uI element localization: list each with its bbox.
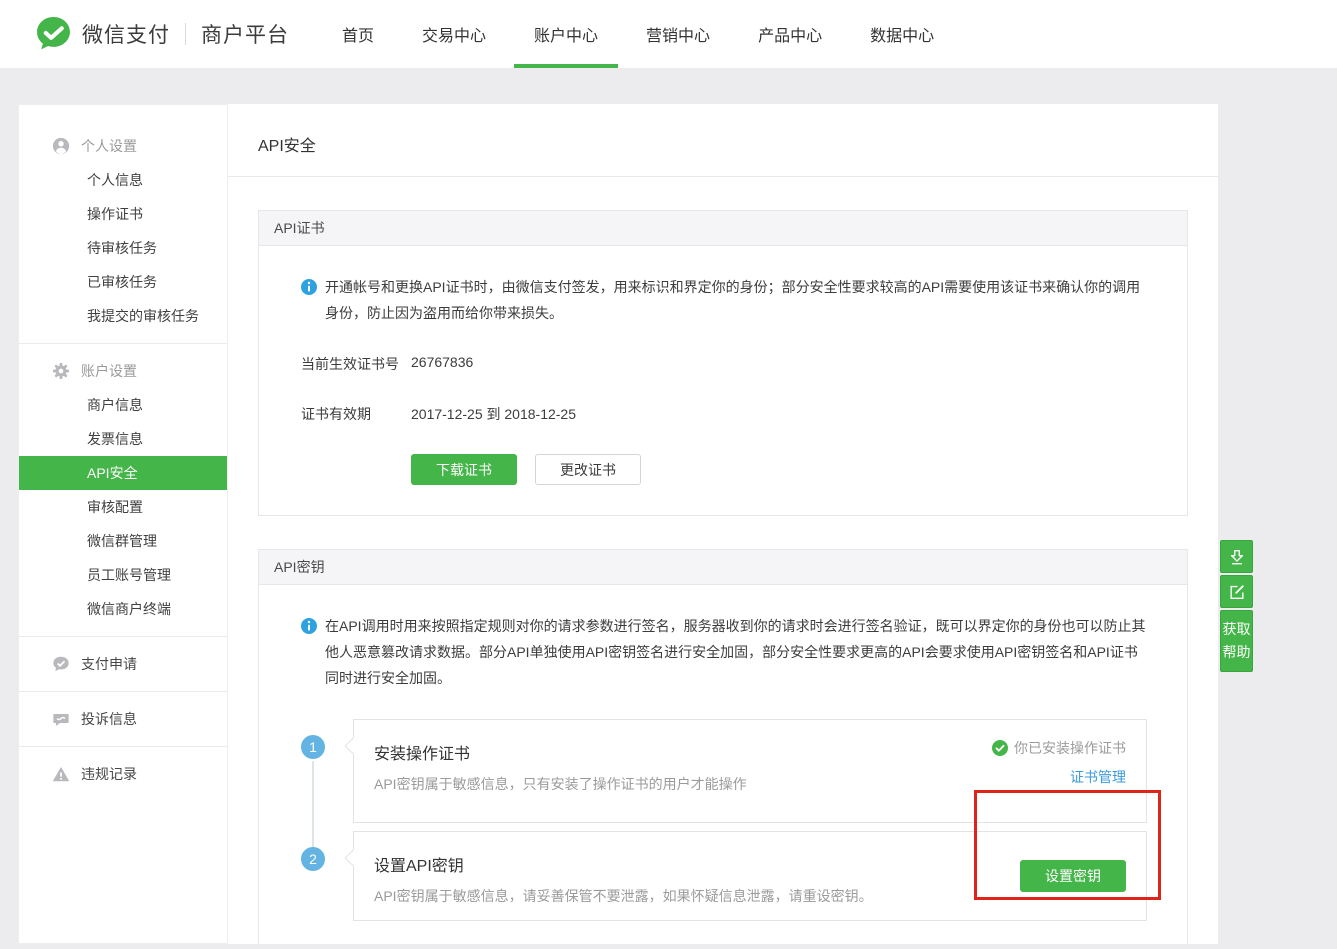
top-bar: 微信支付 商户平台 首页 交易中心 账户中心 营销中心 产品中心 数据中心 (0, 0, 1337, 68)
edit-icon (1228, 583, 1246, 601)
main-nav: 首页 交易中心 账户中心 营销中心 产品中心 数据中心 (322, 0, 962, 68)
sidebar-item-api-security[interactable]: API安全 (19, 456, 227, 490)
sidebar-group-complaint-info[interactable]: 投诉信息 (19, 702, 227, 736)
step-number-badge: 2 (301, 847, 325, 871)
sidebar-divider (19, 343, 227, 344)
sidebar: 个人设置 个人信息 操作证书 待审核任务 已审核任务 我提交的审核任务 账户设置… (18, 104, 228, 944)
certificate-validity-row: 证书有效期 2017-12-25 到 2018-12-25 (301, 404, 1147, 424)
step-box-notch (345, 738, 362, 755)
set-api-key-button[interactable]: 设置密钥 (1020, 860, 1126, 892)
api-certificate-section: API证书 开通帐号和更换API证书时，由微信支付签发，用来标识和界定你的身份；… (258, 210, 1188, 516)
download-certificate-button[interactable]: 下载证书 (411, 454, 517, 485)
gear-icon (52, 362, 70, 380)
step-box: 设置API密钥 API密钥属于敏感信息，请妥善保管不要泄露，如果怀疑信息泄露，请… (353, 831, 1147, 921)
api-certificate-section-title: API证书 (259, 211, 1187, 246)
edit-tool-button[interactable] (1220, 575, 1253, 608)
step-description: API密钥属于敏感信息，只有安装了操作证书的用户才能操作 (374, 774, 747, 794)
sidebar-item-personal-info[interactable]: 个人信息 (19, 163, 227, 197)
nav-transaction-center[interactable]: 交易中心 (402, 0, 506, 68)
field-label: 当前生效证书号 (301, 354, 411, 374)
page-title: API安全 (228, 104, 1218, 177)
sidebar-divider (19, 746, 227, 747)
check-circle-icon (992, 740, 1008, 756)
floating-toolbar: 获取帮助 (1220, 540, 1253, 672)
chat-icon (52, 710, 70, 728)
step-box-notch (345, 850, 362, 867)
field-label: 证书有效期 (301, 404, 411, 424)
info-icon (301, 279, 317, 295)
api-key-info-text: 在API调用时用来按照指定规则对你的请求参数进行签名，服务器收到你的请求时会进行… (325, 613, 1147, 691)
sidebar-group-payment-application[interactable]: 支付申请 (19, 647, 227, 681)
warning-icon (52, 765, 70, 783)
sidebar-divider (19, 691, 227, 692)
sidebar-group-violation-record[interactable]: 违规记录 (19, 757, 227, 791)
sidebar-item-wechat-group-mgmt[interactable]: 微信群管理 (19, 524, 227, 558)
main-panel: API安全 API证书 开通帐号和更换API证书时，由微信支付签发，用来标识和界… (228, 104, 1218, 944)
get-help-button[interactable]: 获取帮助 (1220, 610, 1253, 672)
change-certificate-button[interactable]: 更改证书 (535, 454, 641, 485)
certificate-installed-status: 你已安装操作证书 (992, 738, 1126, 758)
step-install-certificate: 1 安装操作证书 API密钥属于敏感信息，只有安装了操作证书的用户才能操作 你已… (301, 719, 1147, 823)
chat-check-icon (52, 655, 70, 673)
api-key-section: API密钥 在API调用时用来按照指定规则对你的请求参数进行签名，服务器收到你的… (258, 549, 1188, 944)
step-box: 安装操作证书 API密钥属于敏感信息，只有安装了操作证书的用户才能操作 你已安装… (353, 719, 1147, 823)
sidebar-item-operation-cert[interactable]: 操作证书 (19, 197, 227, 231)
sidebar-group-label: 账户设置 (81, 361, 137, 381)
download-icon (1228, 548, 1246, 566)
nav-account-center[interactable]: 账户中心 (514, 0, 618, 68)
sidebar-item-reviewed[interactable]: 已审核任务 (19, 265, 227, 299)
sidebar-item-staff-account-mgmt[interactable]: 员工账号管理 (19, 558, 227, 592)
sidebar-item-merchant-info[interactable]: 商户信息 (19, 388, 227, 422)
certificate-buttons: 下载证书 更改证书 (411, 454, 1147, 485)
nav-data-center[interactable]: 数据中心 (850, 0, 954, 68)
sidebar-item-invoice-info[interactable]: 发票信息 (19, 422, 227, 456)
sidebar-item-pending-review[interactable]: 待审核任务 (19, 231, 227, 265)
nav-marketing-center[interactable]: 营销中心 (626, 0, 730, 68)
info-icon (301, 618, 317, 634)
status-text: 你已安装操作证书 (1014, 738, 1126, 758)
sidebar-group-personal-settings[interactable]: 个人设置 (19, 129, 227, 163)
sidebar-group-label: 违规记录 (81, 764, 137, 784)
logo-divider (185, 23, 186, 45)
download-tool-button[interactable] (1220, 540, 1253, 573)
nav-product-center[interactable]: 产品中心 (738, 0, 842, 68)
logo[interactable]: 微信支付 商户平台 (35, 15, 289, 52)
sidebar-item-wechat-merchant-terminal[interactable]: 微信商户终端 (19, 592, 227, 626)
sidebar-group-label: 投诉信息 (81, 709, 137, 729)
step-connector-line (312, 761, 314, 849)
api-key-section-title: API密钥 (259, 550, 1187, 585)
sidebar-group-label: 个人设置 (81, 136, 137, 156)
step-number-badge: 1 (301, 735, 325, 759)
certificate-validity-value: 2017-12-25 到 2018-12-25 (411, 404, 576, 424)
sidebar-item-my-submitted-review[interactable]: 我提交的审核任务 (19, 299, 227, 333)
user-icon (52, 137, 70, 155)
certificate-number-value: 26767836 (411, 354, 473, 374)
certificate-info-text: 开通帐号和更换API证书时，由微信支付签发，用来标识和界定你的身份；部分安全性要… (325, 274, 1147, 326)
api-key-steps: 1 安装操作证书 API密钥属于敏感信息，只有安装了操作证书的用户才能操作 你已… (301, 719, 1147, 921)
certificate-info-row: 开通帐号和更换API证书时，由微信支付签发，用来标识和界定你的身份；部分安全性要… (301, 274, 1147, 326)
sidebar-group-label: 支付申请 (81, 654, 137, 674)
wechat-pay-logo-icon (35, 15, 72, 52)
step-set-api-key: 2 设置API密钥 API密钥属于敏感信息，请妥善保管不要泄露，如果怀疑信息泄露… (301, 831, 1147, 921)
certificate-number-row: 当前生效证书号 26767836 (301, 354, 1147, 374)
api-key-info-row: 在API调用时用来按照指定规则对你的请求参数进行签名，服务器收到你的请求时会进行… (301, 613, 1147, 691)
step-title: 安装操作证书 (374, 740, 747, 764)
sidebar-item-review-config[interactable]: 审核配置 (19, 490, 227, 524)
nav-home[interactable]: 首页 (322, 0, 394, 68)
certificate-management-link[interactable]: 证书管理 (1070, 767, 1126, 787)
sidebar-group-account-settings[interactable]: 账户设置 (19, 354, 227, 388)
step-description: API密钥属于敏感信息，请妥善保管不要泄露，如果怀疑信息泄露，请重设密钥。 (374, 886, 873, 906)
sidebar-divider (19, 636, 227, 637)
product-name: 商户平台 (201, 19, 289, 49)
brand-name: 微信支付 (82, 19, 170, 49)
step-title: 设置API密钥 (374, 852, 873, 876)
